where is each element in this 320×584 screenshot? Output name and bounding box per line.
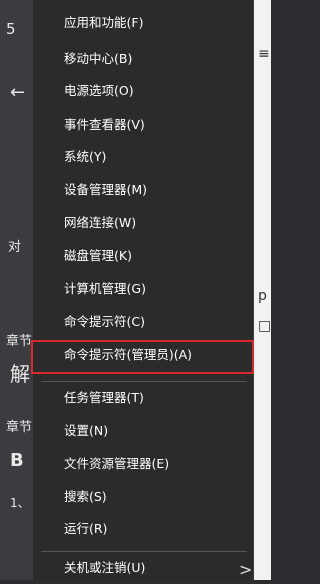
menu-item-shutdown-signout[interactable]: 关机或注销(U) — [33, 552, 253, 584]
menu-item-computer-management[interactable]: 计算机管理(G) — [33, 273, 253, 305]
menu-item-command-prompt[interactable]: 命令提示符(C) — [33, 306, 253, 338]
menu-item-system[interactable]: 系统(Y) — [33, 141, 253, 173]
bg-fragment: 5 — [6, 20, 16, 38]
bg-fragment: 对 — [8, 240, 22, 255]
bg-fragment: p — [258, 288, 267, 304]
menu-item-task-manager[interactable]: 任务管理器(T) — [33, 382, 253, 414]
menu-icon: ≡ — [258, 46, 270, 62]
winx-context-menu: 应用和功能(F) 移动中心(B) 电源选项(O) 事件查看器(V) 系统(Y) … — [32, 0, 254, 580]
menu-item-disk-management[interactable]: 磁盘管理(K) — [33, 240, 253, 272]
chevron-right-icon: > — [239, 560, 253, 579]
bg-fragment: 1、 — [10, 496, 30, 510]
menu-item-network-connections[interactable]: 网络连接(W) — [33, 207, 253, 239]
menu-item-device-manager[interactable]: 设备管理器(M) — [33, 174, 253, 206]
menu-item-search[interactable]: 搜索(S) — [33, 481, 253, 513]
bg-fragment: 解 — [10, 362, 30, 386]
bold-icon: B — [10, 450, 24, 471]
menu-item-event-viewer[interactable]: 事件查看器(V) — [33, 109, 253, 141]
menu-item-settings[interactable]: 设置(N) — [33, 415, 253, 447]
menu-item-apps-features[interactable]: 应用和功能(F) — [33, 7, 253, 39]
bg-fragment: 章节 — [6, 420, 33, 435]
menu-item-mobility-center[interactable]: 移动中心(B) — [33, 43, 253, 75]
menu-item-power-options[interactable]: 电源选项(O) — [33, 75, 253, 107]
menu-item-file-explorer[interactable]: 文件资源管理器(E) — [33, 448, 253, 480]
back-arrow-icon: ← — [10, 82, 26, 103]
highlight-box — [31, 340, 254, 374]
bg-fragment: 章节 — [6, 334, 33, 349]
square-icon: □ — [258, 318, 272, 334]
menu-item-run[interactable]: 运行(R) — [33, 513, 253, 545]
